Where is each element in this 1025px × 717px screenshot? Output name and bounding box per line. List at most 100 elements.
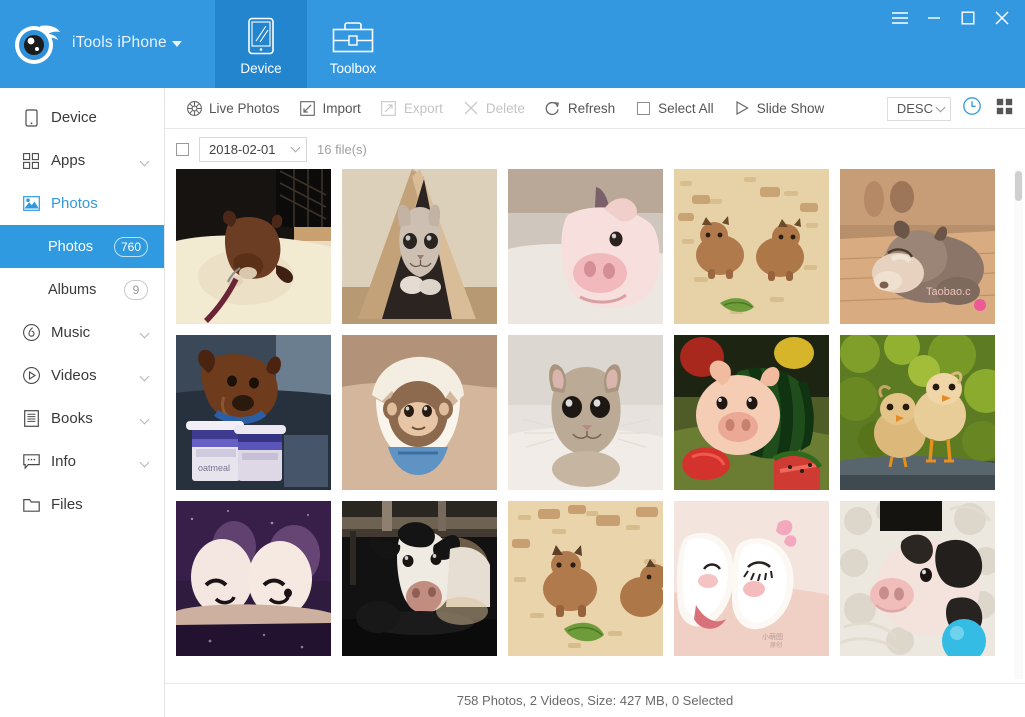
sidebar-item-info-label: Info bbox=[51, 453, 77, 470]
toy-pig-with-watermelon-thumbnail bbox=[674, 335, 829, 490]
minimize-button[interactable] bbox=[919, 4, 949, 32]
device-icon bbox=[22, 108, 40, 127]
photo-thumbnail[interactable]: oatmeal bbox=[176, 335, 331, 490]
photos-count-badge: 760 bbox=[113, 236, 148, 257]
sidebar-item-photos[interactable]: Photos bbox=[0, 182, 164, 225]
sidebar-item-music[interactable]: Music bbox=[0, 311, 164, 354]
menu-button[interactable] bbox=[885, 4, 915, 32]
play-icon bbox=[734, 100, 750, 116]
status-text: 758 Photos, 2 Videos, Size: 427 MB, 0 Se… bbox=[456, 693, 734, 708]
photo-thumbnail[interactable] bbox=[508, 501, 663, 656]
window-controls bbox=[885, 4, 1017, 32]
photo-thumbnail[interactable] bbox=[508, 169, 663, 324]
photos-toolbar: Live Photos Import Export Delete Refresh… bbox=[165, 88, 1025, 129]
sidebar-item-device-label: Device bbox=[51, 109, 97, 126]
photo-thumbnail[interactable] bbox=[342, 335, 497, 490]
select-all-button[interactable]: Select All bbox=[625, 88, 724, 129]
photo-thumbnail[interactable] bbox=[176, 169, 331, 324]
sidebar-item-apps[interactable]: Apps bbox=[0, 139, 164, 182]
delete-label: Delete bbox=[485, 100, 525, 116]
sidebar-item-device[interactable]: Device bbox=[0, 96, 164, 139]
delete-button[interactable]: Delete bbox=[453, 88, 535, 129]
date-group-header: 2018-02-01 16 file(s) bbox=[165, 129, 1025, 169]
sidebar-item-photos-label: Photos bbox=[51, 195, 98, 212]
photo-thumbnail[interactable] bbox=[674, 335, 829, 490]
view-grid-button[interactable] bbox=[993, 98, 1015, 120]
svg-text:原创: 原创 bbox=[770, 641, 782, 649]
export-button[interactable]: Export bbox=[371, 88, 453, 129]
close-button[interactable] bbox=[987, 4, 1017, 32]
sidebar-item-videos[interactable]: Videos bbox=[0, 354, 164, 397]
live-photos-icon bbox=[186, 100, 202, 116]
brand-label: iTools iPhone bbox=[72, 34, 182, 52]
piglet-closeup-thumbnail bbox=[508, 169, 663, 324]
photo-thumbnail[interactable] bbox=[840, 335, 995, 490]
info-icon bbox=[22, 453, 40, 471]
view-by-time-button[interactable] bbox=[961, 97, 983, 120]
sort-order-select[interactable]: DESC bbox=[886, 96, 951, 121]
delete-icon bbox=[463, 100, 479, 116]
main-panel: Live Photos Import Export Delete Refresh… bbox=[165, 88, 1025, 717]
photo-thumbnail[interactable] bbox=[176, 501, 331, 656]
sidebar-item-files[interactable]: Files bbox=[0, 483, 164, 526]
photo-thumbnail[interactable] bbox=[840, 501, 995, 656]
photo-grid: Taobao.c oatmeal 小萌图 原创 bbox=[176, 169, 1025, 656]
sidebar-item-info[interactable]: Info bbox=[0, 440, 164, 483]
date-select[interactable]: 2018-02-01 bbox=[199, 136, 307, 162]
tablet-icon bbox=[247, 13, 275, 55]
sidebar-subitem-photos-label: Photos bbox=[48, 238, 94, 255]
grey-cat-on-bed-thumbnail bbox=[508, 335, 663, 490]
sidebar: Device Apps Photos Photos 760 Albums 9 M… bbox=[0, 88, 165, 717]
tab-toolbox[interactable]: Toolbox bbox=[307, 0, 399, 88]
title-bar: iTools iPhone Device Toolbox bbox=[0, 0, 1025, 88]
slide-show-label: Slide Show bbox=[756, 100, 825, 116]
photos-icon bbox=[22, 195, 40, 213]
chevron-down-icon[interactable] bbox=[139, 156, 150, 166]
live-photos-label: Live Photos bbox=[209, 100, 280, 116]
photo-thumbnail[interactable] bbox=[342, 501, 497, 656]
chevron-down-icon[interactable] bbox=[171, 41, 182, 47]
photo-thumbnail[interactable]: 小萌图 原创 bbox=[674, 501, 829, 656]
refresh-label: Refresh bbox=[567, 100, 616, 116]
sidebar-item-files-label: Files bbox=[51, 496, 83, 513]
chevron-down-icon[interactable] bbox=[139, 457, 150, 467]
photo-thumbnail[interactable] bbox=[674, 169, 829, 324]
live-photos-button[interactable]: Live Photos bbox=[176, 88, 290, 129]
svg-text:小萌图: 小萌图 bbox=[762, 632, 783, 641]
group-select-checkbox[interactable] bbox=[176, 142, 189, 156]
import-icon bbox=[300, 100, 316, 116]
toy-cows-with-leaf-thumbnail bbox=[508, 501, 663, 656]
import-button[interactable]: Import bbox=[290, 88, 371, 129]
chevron-down-icon[interactable] bbox=[139, 414, 150, 424]
refresh-button[interactable]: Refresh bbox=[535, 88, 625, 129]
photo-thumbnail[interactable]: Taobao.c bbox=[840, 169, 995, 324]
sidebar-item-videos-label: Videos bbox=[51, 367, 97, 384]
chevron-down-icon bbox=[935, 102, 946, 112]
svg-text:Taobao.c: Taobao.c bbox=[926, 286, 971, 298]
top-tabs: Device Toolbox bbox=[215, 0, 399, 88]
slide-show-button[interactable]: Slide Show bbox=[724, 88, 835, 129]
photo-thumbnail[interactable] bbox=[508, 335, 663, 490]
scrollbar-thumb[interactable] bbox=[1015, 171, 1022, 201]
brand-area[interactable]: iTools iPhone bbox=[10, 16, 182, 70]
sidebar-item-books-label: Books bbox=[51, 410, 93, 427]
file-count-label: 16 file(s) bbox=[317, 141, 367, 157]
chevron-down-icon[interactable] bbox=[139, 328, 150, 338]
books-icon bbox=[22, 410, 40, 428]
sidebar-subitem-albums[interactable]: Albums 9 bbox=[0, 268, 164, 311]
monkey-in-eggshell-thumbnail bbox=[342, 335, 497, 490]
import-label: Import bbox=[322, 100, 361, 116]
sidebar-subitem-albums-label: Albums bbox=[48, 281, 97, 298]
grid-icon bbox=[996, 98, 1013, 120]
sidebar-item-apps-label: Apps bbox=[51, 152, 86, 169]
sidebar-item-books[interactable]: Books bbox=[0, 397, 164, 440]
tab-device[interactable]: Device bbox=[215, 0, 307, 88]
vertical-scrollbar[interactable] bbox=[1014, 169, 1023, 679]
sidebar-subitem-photos[interactable]: Photos 760 bbox=[0, 225, 164, 268]
date-select-value: 2018-02-01 bbox=[209, 141, 276, 157]
photo-thumbnail[interactable] bbox=[342, 169, 497, 324]
albums-count-badge: 9 bbox=[124, 279, 148, 300]
chevron-down-icon[interactable] bbox=[139, 371, 150, 381]
itools-logo-icon bbox=[10, 16, 64, 70]
maximize-button[interactable] bbox=[953, 4, 983, 32]
